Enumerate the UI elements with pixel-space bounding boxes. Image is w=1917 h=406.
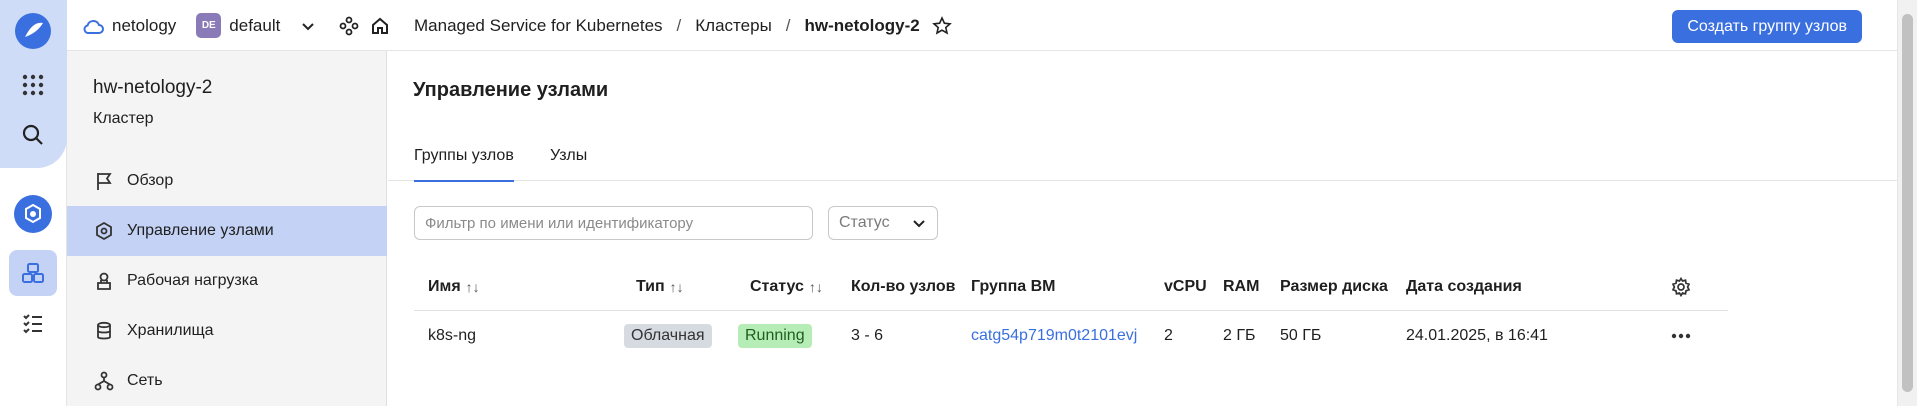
column-header-disk: Размер диска	[1280, 278, 1388, 295]
kubernetes-service-icon[interactable]	[9, 191, 57, 237]
checklist-icon[interactable]	[9, 300, 57, 346]
vertical-scrollbar[interactable]	[1897, 0, 1917, 406]
left-rail	[0, 0, 67, 406]
scrollbar-thumb[interactable]	[1902, 14, 1913, 392]
cloud-name: netology	[112, 15, 177, 35]
sidebar-item-workload[interactable]: Рабочая нагрузка	[67, 256, 387, 306]
row-actions-more-icon[interactable]	[1671, 311, 1691, 361]
chevron-down-icon	[913, 220, 925, 228]
cloud-selector[interactable]: netology DE default	[82, 0, 316, 51]
type-badge: Облачная	[624, 324, 712, 348]
cell-created: 24.01.2025, в 16:41	[1406, 327, 1548, 344]
folder-badge: DE	[196, 13, 222, 38]
node-groups-nav-icon[interactable]	[9, 250, 57, 296]
yandex-cloud-logo-icon[interactable]	[9, 8, 57, 54]
chevron-down-icon[interactable]	[300, 18, 316, 34]
sidebar-item-network[interactable]: Сеть	[67, 356, 387, 406]
sidebar-item-overview[interactable]: Обзор	[67, 156, 387, 206]
tab-nodes[interactable]: Узлы	[550, 131, 587, 181]
cluster-sidebar: hw-netology-2 Кластер Обзор Управление у…	[67, 51, 387, 406]
breadcrumb-clusters-link[interactable]: Кластеры	[695, 16, 772, 36]
breadcrumb-separator: /	[785, 15, 791, 35]
column-header-label: Тип	[636, 278, 665, 295]
sort-icon[interactable]: ↑↓	[809, 279, 823, 295]
node-management-icon	[93, 220, 115, 242]
cell-status: Running	[738, 311, 812, 361]
sidebar-item-label: Управление узлами	[127, 222, 274, 239]
status-filter-select[interactable]: Статус	[828, 206, 938, 240]
tabs: Группы узлов Узлы	[388, 131, 1897, 182]
sidebar-item-label: Рабочая нагрузка	[127, 272, 258, 289]
column-header-ram: RAM	[1223, 278, 1260, 295]
search-icon[interactable]	[9, 112, 57, 158]
status-badge: Running	[738, 324, 812, 348]
sort-icon[interactable]: ↑↓	[466, 279, 480, 295]
api-graph-icon[interactable]	[339, 0, 359, 51]
flag-icon	[93, 170, 115, 192]
top-bar: netology DE default Managed Service for …	[67, 0, 1897, 51]
home-icon[interactable]	[370, 0, 390, 51]
status-filter-label: Статус	[839, 214, 890, 231]
column-header-type[interactable]: Тип ↑↓	[636, 263, 684, 311]
main-content: Управление узлами Группы узлов Узлы Стат…	[388, 51, 1897, 406]
table-row[interactable]: k8s-ng Облачная Running 3 - 6 catg54p719…	[414, 311, 1728, 361]
network-icon	[93, 370, 115, 392]
breadcrumb-separator: /	[676, 15, 682, 35]
sidebar-item-storage[interactable]: Хранилища	[67, 306, 387, 356]
table-header: Имя ↑↓ Тип ↑↓ Статус ↑↓ Кол-во узлов Группа…	[414, 263, 1728, 311]
cell-vcpu: 2	[1164, 327, 1173, 344]
sort-icon[interactable]: ↑↓	[670, 279, 684, 295]
column-header-vm-group: Группа ВМ	[971, 278, 1056, 295]
workload-icon	[93, 270, 115, 292]
tab-node-groups[interactable]: Группы узлов	[414, 131, 514, 182]
sidebar-item-node-management[interactable]: Управление узлами	[67, 206, 387, 256]
cell-type: Облачная	[624, 311, 712, 361]
cell-ram: 2 ГБ	[1223, 327, 1256, 344]
column-header-count: Кол-во узлов	[851, 278, 956, 295]
column-header-label: Имя	[428, 278, 461, 295]
column-header-label: Статус	[750, 278, 804, 295]
cell-count: 3 - 6	[851, 327, 884, 344]
cluster-subtitle: Кластер	[93, 110, 154, 127]
column-header-created: Дата создания	[1406, 278, 1522, 295]
page-title: Управление узлами	[413, 79, 609, 101]
create-node-group-button[interactable]: Создать группу узлов	[1672, 10, 1862, 43]
services-grid-icon[interactable]	[9, 62, 57, 108]
table-settings-gear-icon[interactable]	[1671, 263, 1691, 311]
star-icon[interactable]	[931, 15, 952, 36]
breadcrumb-service-link[interactable]: Managed Service for Kubernetes	[414, 16, 663, 36]
cluster-title: hw-netology-2	[93, 77, 213, 98]
breadcrumb-current: hw-netology-2	[804, 15, 920, 35]
database-icon	[93, 320, 115, 342]
column-header-status[interactable]: Статус ↑↓	[750, 263, 823, 311]
folder-name: default	[229, 15, 281, 35]
sidebar-item-label: Хранилища	[127, 322, 214, 339]
cell-disk: 50 ГБ	[1280, 327, 1322, 344]
cloud-icon	[83, 19, 104, 34]
sidebar-item-label: Сеть	[127, 372, 163, 389]
column-header-vcpu: vCPU	[1164, 278, 1207, 295]
sidebar-item-label: Обзор	[127, 172, 174, 189]
search-input[interactable]	[414, 206, 813, 240]
cell-name[interactable]: k8s-ng	[428, 311, 476, 361]
column-header-name[interactable]: Имя ↑↓	[428, 263, 480, 311]
vm-group-link[interactable]: catg54p719m0t2101evj	[971, 311, 1137, 361]
breadcrumb: Managed Service for Kubernetes / Кластер…	[414, 0, 952, 51]
